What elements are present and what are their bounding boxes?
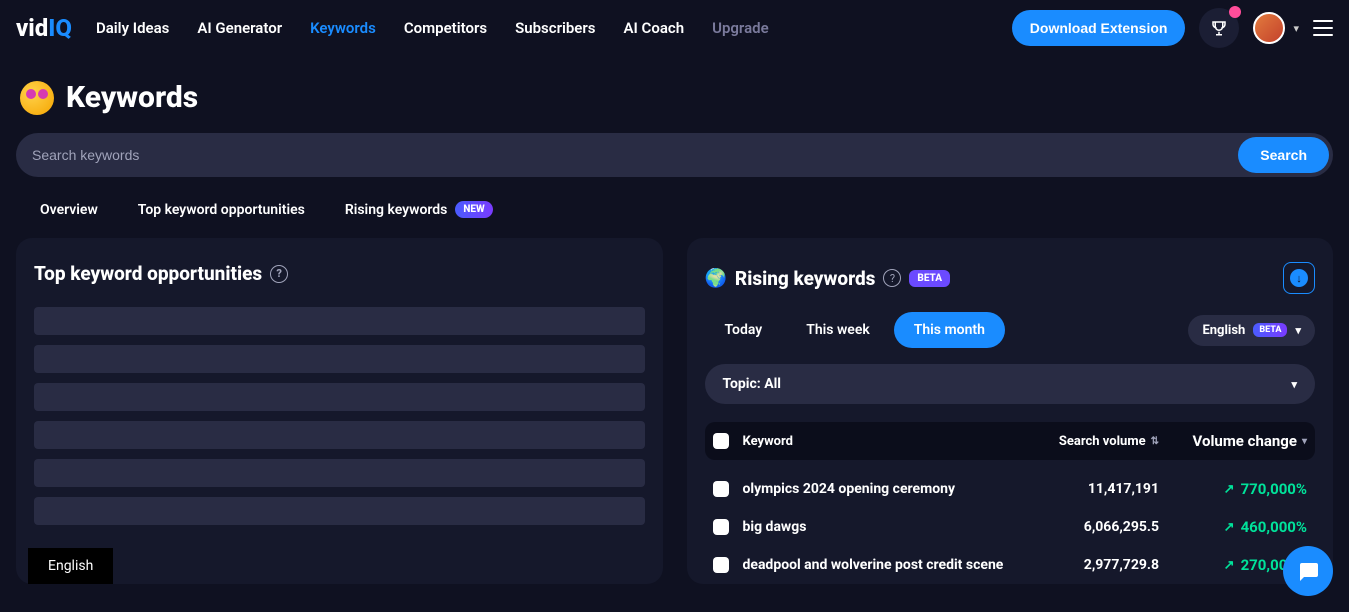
chevron-down-icon: ▾: [1302, 436, 1307, 447]
top-opportunities-panel: Top keyword opportunities ? English: [16, 238, 663, 584]
search-input[interactable]: [32, 147, 1234, 163]
skeleton-row: [34, 459, 645, 487]
skeleton-row: [34, 307, 645, 335]
row-checkbox[interactable]: [713, 481, 729, 497]
logo-iq: IQ: [48, 14, 72, 42]
skeleton-row: [34, 421, 645, 449]
table-row[interactable]: big dawgs 6,066,295.5 ↗ 460,000%: [705, 508, 1316, 546]
table-row[interactable]: olympics 2024 opening ceremony 11,417,19…: [705, 470, 1316, 508]
tab-top-opportunities[interactable]: Top keyword opportunities: [138, 201, 305, 218]
page-title-row: Keywords: [0, 56, 1349, 133]
right-panel-header: 🌍 Rising keywords ? BETA ↓: [705, 262, 1316, 294]
col-change[interactable]: Volume change ▾: [1167, 432, 1307, 450]
globe-icon: 🌍: [705, 268, 727, 289]
topic-filter[interactable]: Topic: All ▾: [705, 364, 1316, 404]
chevron-down-icon: ▾: [1295, 324, 1301, 337]
left-panel-title: Top keyword opportunities: [34, 262, 262, 285]
skeleton-row: [34, 345, 645, 373]
col-volume[interactable]: Search volume ⇅: [1019, 434, 1159, 449]
beta-badge: BETA: [909, 270, 950, 287]
select-all-checkbox[interactable]: [713, 433, 729, 449]
time-tab-month[interactable]: This month: [894, 312, 1005, 348]
notification-dot: [1229, 6, 1241, 18]
volume-cell: 2,977,729.8: [1019, 557, 1159, 573]
language-tag[interactable]: English: [28, 548, 113, 584]
time-tab-week[interactable]: This week: [786, 312, 890, 348]
language-select-label: English: [1202, 323, 1245, 338]
keyword-cell: big dawgs: [743, 519, 1012, 535]
time-tab-today[interactable]: Today: [705, 312, 783, 348]
change-cell: ↗ 770,000%: [1167, 480, 1307, 498]
arrow-up-icon: ↗: [1224, 482, 1235, 497]
col-keyword[interactable]: Keyword: [743, 434, 1012, 449]
time-filter-row: Today This week This month English BETA …: [705, 312, 1316, 348]
nav-keywords[interactable]: Keywords: [310, 19, 376, 37]
search-button[interactable]: Search: [1238, 137, 1329, 173]
nav-links: Daily Ideas AI Generator Keywords Compet…: [96, 19, 769, 37]
help-icon[interactable]: ?: [270, 265, 288, 283]
beta-badge-small: BETA: [1253, 323, 1287, 337]
nav-ai-generator[interactable]: AI Generator: [197, 19, 282, 37]
chat-button[interactable]: [1283, 546, 1333, 596]
trophy-button[interactable]: [1199, 8, 1239, 48]
trophy-icon: [1210, 19, 1228, 37]
skeleton-row: [34, 383, 645, 411]
download-extension-button[interactable]: Download Extension: [1012, 10, 1186, 46]
keyword-tabs: Overview Top keyword opportunities Risin…: [0, 201, 1349, 238]
nav-ai-coach[interactable]: AI Coach: [624, 19, 685, 37]
panels: Top keyword opportunities ? English 🌍 Ri…: [0, 238, 1349, 584]
avatar[interactable]: [1253, 12, 1285, 44]
nav-competitors[interactable]: Competitors: [404, 19, 487, 37]
tab-rising-keywords[interactable]: Rising keywords NEW: [345, 201, 493, 218]
nav-daily-ideas[interactable]: Daily Ideas: [96, 19, 169, 37]
table-row[interactable]: deadpool and wolverine post credit scene…: [705, 546, 1316, 584]
nav-upgrade[interactable]: Upgrade: [712, 19, 769, 37]
language-select[interactable]: English BETA ▾: [1188, 315, 1315, 346]
rising-keywords-panel: 🌍 Rising keywords ? BETA ↓ Today This we…: [687, 238, 1334, 584]
sort-icon: ⇅: [1151, 436, 1159, 447]
new-badge: NEW: [455, 201, 492, 218]
time-tabs: Today This week This month: [705, 312, 1005, 348]
logo-vid: vid: [16, 14, 48, 42]
export-button[interactable]: ↓: [1283, 262, 1315, 294]
volume-cell: 11,417,191: [1019, 481, 1159, 497]
page-icon: [20, 81, 54, 115]
top-nav: vidIQ Daily Ideas AI Generator Keywords …: [0, 0, 1349, 56]
menu-button[interactable]: [1313, 20, 1333, 36]
volume-cell: 6,066,295.5: [1019, 519, 1159, 535]
chat-icon: [1296, 559, 1320, 583]
keyword-cell: deadpool and wolverine post credit scene: [743, 557, 1012, 573]
row-checkbox[interactable]: [713, 557, 729, 573]
arrow-up-icon: ↗: [1224, 520, 1235, 535]
tab-overview[interactable]: Overview: [40, 201, 98, 218]
download-icon: ↓: [1290, 269, 1308, 287]
left-panel-title-row: Top keyword opportunities ?: [34, 262, 645, 285]
search-bar: Search: [16, 133, 1333, 177]
arrow-up-icon: ↗: [1224, 558, 1235, 573]
table-header: Keyword Search volume ⇅ Volume change ▾: [705, 422, 1316, 460]
logo[interactable]: vidIQ: [16, 14, 72, 42]
tab-rising-label: Rising keywords: [345, 202, 448, 218]
row-checkbox[interactable]: [713, 519, 729, 535]
help-icon[interactable]: ?: [883, 269, 901, 287]
nav-subscribers[interactable]: Subscribers: [515, 19, 595, 37]
chevron-down-icon: ▾: [1291, 378, 1297, 391]
topic-label: Topic: All: [723, 376, 782, 392]
avatar-chevron-icon[interactable]: ▾: [1293, 22, 1299, 35]
right-panel-title: Rising keywords: [735, 267, 876, 290]
skeleton-row: [34, 497, 645, 525]
nav-right: Download Extension ▾: [1012, 8, 1333, 48]
keyword-cell: olympics 2024 opening ceremony: [743, 481, 1012, 497]
page-title: Keywords: [66, 80, 198, 115]
change-cell: ↗ 460,000%: [1167, 518, 1307, 536]
